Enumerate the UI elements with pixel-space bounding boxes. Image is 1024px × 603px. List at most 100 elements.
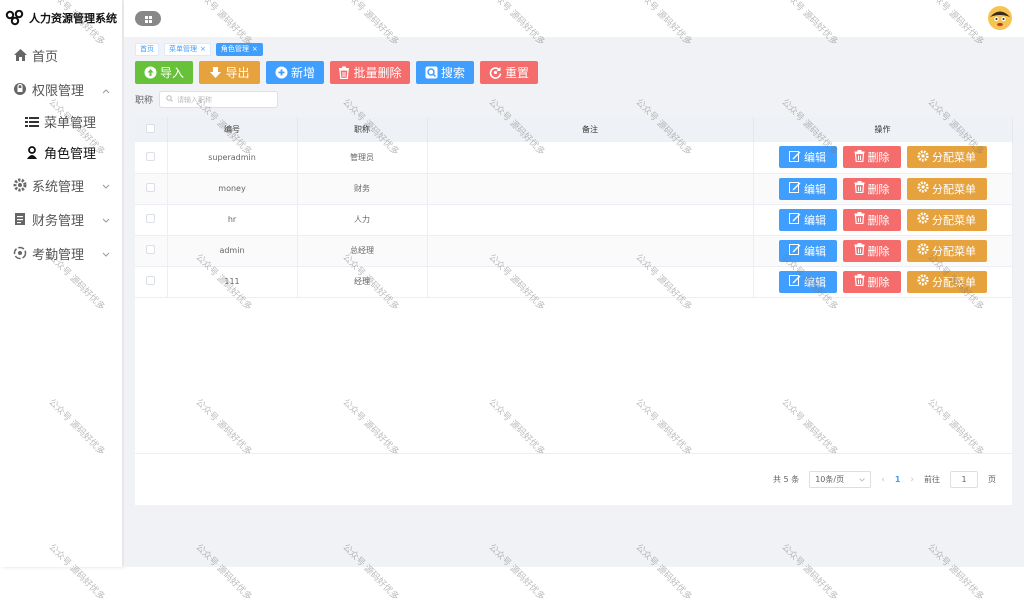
- cell-title: 人力: [297, 204, 428, 236]
- assign-menu-button[interactable]: 分配菜单: [906, 177, 987, 200]
- table-row[interactable]: superadmin 管理员 编辑 删除 分配菜单: [135, 142, 1013, 174]
- cell-note: [427, 173, 754, 205]
- reset-button[interactable]: 重置: [480, 61, 538, 84]
- import-label: 导入: [159, 66, 184, 80]
- row-checkbox[interactable]: [146, 151, 156, 161]
- sidebar-item-label: 权限管理: [32, 83, 85, 99]
- assign-menu-label: 分配菜单: [932, 182, 976, 196]
- assign-menu-label: 分配菜单: [932, 151, 976, 165]
- row-select-cell[interactable]: [135, 204, 168, 236]
- avatar[interactable]: [987, 5, 1013, 31]
- row-select-cell[interactable]: [135, 173, 168, 205]
- trash-icon: [339, 66, 350, 79]
- search-icon: [425, 66, 438, 79]
- delete-label: 删除: [867, 244, 890, 258]
- table-row[interactable]: money 财务 编辑 删除 分配菜单: [135, 173, 1013, 205]
- edit-icon: [789, 150, 801, 165]
- goto-label: 前往: [924, 475, 940, 484]
- sidebar-item-home[interactable]: 首页: [0, 38, 122, 72]
- row-checkbox[interactable]: [146, 276, 156, 285]
- row-select-cell[interactable]: [135, 266, 168, 298]
- role-table: 编号 职称 备注 操作 superadmin 管理员 编辑 删除 分配菜单 money 财务…: [135, 117, 1013, 298]
- prev-page-button[interactable]: ‹: [881, 475, 885, 485]
- download-icon: [210, 67, 222, 78]
- gear-icon: [917, 181, 929, 196]
- edit-icon: [789, 243, 801, 258]
- list-icon: [24, 114, 40, 130]
- user-icon: [24, 145, 40, 161]
- page-number-current[interactable]: 1: [895, 475, 901, 484]
- sidebar-item-menu-management[interactable]: 菜单管理: [0, 106, 122, 137]
- sidebar-item-system[interactable]: 系统管理: [0, 168, 122, 202]
- row-checkbox[interactable]: [146, 214, 156, 223]
- sidebar-item-finance[interactable]: 财务管理: [0, 202, 122, 236]
- edit-button[interactable]: 编辑: [778, 270, 837, 293]
- next-page-button[interactable]: ›: [910, 475, 914, 485]
- table-row[interactable]: admin 总经理 编辑 删除 分配菜单: [135, 235, 1013, 267]
- search-button[interactable]: 搜索: [416, 61, 474, 84]
- assign-menu-label: 分配菜单: [932, 213, 976, 227]
- app-brand: 人力资源管理系统: [0, 0, 122, 36]
- delete-button[interactable]: 删除: [842, 177, 901, 200]
- assign-menu-button[interactable]: 分配菜单: [906, 239, 987, 262]
- app-title: 人力资源管理系统: [29, 12, 117, 25]
- row-checkbox[interactable]: [146, 183, 156, 192]
- sidebar-item-role-management[interactable]: 角色管理: [0, 137, 122, 168]
- cell-title: 管理员: [297, 142, 428, 174]
- cell-note: [427, 204, 754, 236]
- sidebar-item-attendance[interactable]: 考勤管理: [0, 236, 122, 270]
- title-search-input[interactable]: 请输入职称: [159, 91, 279, 108]
- assign-menu-button[interactable]: 分配菜单: [906, 208, 987, 231]
- add-button[interactable]: 新增: [266, 61, 324, 84]
- page-size-select[interactable]: 10条/页: [809, 471, 872, 488]
- cell-code: 111: [167, 266, 298, 298]
- close-icon[interactable]: ×: [200, 44, 206, 55]
- select-all-cell[interactable]: [135, 117, 168, 142]
- edit-label: 编辑: [804, 244, 826, 258]
- delete-button[interactable]: 删除: [842, 270, 901, 293]
- row-select-cell[interactable]: [135, 142, 168, 174]
- tag-menu-management[interactable]: 菜单管理 ×: [164, 43, 211, 56]
- edit-button[interactable]: 编辑: [778, 146, 837, 169]
- sidebar-item-permissions[interactable]: 权限管理: [0, 72, 122, 106]
- trash-icon: [854, 243, 865, 258]
- delete-label: 删除: [867, 213, 890, 227]
- edit-button[interactable]: 编辑: [778, 239, 837, 262]
- gear-icon: [12, 177, 28, 193]
- assign-menu-button[interactable]: 分配菜单: [906, 146, 987, 169]
- table-header-row: 编号 职称 备注 操作: [135, 117, 1013, 142]
- table-row[interactable]: 111 经理 编辑 删除 分配菜单: [135, 266, 1013, 298]
- table-card: 编号 职称 备注 操作 superadmin 管理员 编辑 删除 分配菜单 money 财务…: [135, 117, 1013, 505]
- row-checkbox[interactable]: [146, 245, 156, 254]
- batch-delete-button[interactable]: 批量删除: [330, 61, 410, 84]
- edit-icon: [789, 212, 801, 227]
- row-select-cell[interactable]: [135, 235, 168, 267]
- select-all-checkbox[interactable]: [146, 124, 156, 133]
- collapse-toggle-button[interactable]: [135, 11, 161, 26]
- edit-button[interactable]: 编辑: [778, 177, 837, 200]
- trash-icon: [854, 212, 865, 227]
- table-row[interactable]: hr 人力 编辑 删除 分配菜单: [135, 204, 1013, 236]
- edit-icon: [789, 181, 801, 196]
- export-button[interactable]: 导出: [199, 61, 260, 84]
- reset-label: 重置: [504, 66, 529, 80]
- cell-note: [427, 142, 754, 174]
- gear-icon: [917, 243, 929, 258]
- edit-button[interactable]: 编辑: [778, 208, 837, 231]
- tag-role-management[interactable]: 角色管理 ×: [215, 43, 263, 56]
- cell-actions: 编辑 删除 分配菜单: [753, 173, 1013, 205]
- top-bar: [124, 0, 1024, 37]
- delete-button[interactable]: 删除: [842, 146, 901, 169]
- delete-button[interactable]: 删除: [842, 208, 901, 231]
- cell-code: hr: [167, 204, 298, 236]
- assign-menu-button[interactable]: 分配菜单: [906, 270, 987, 293]
- import-button[interactable]: 导入: [135, 61, 193, 84]
- tag-home[interactable]: 首页: [135, 43, 159, 56]
- delete-button[interactable]: 删除: [842, 239, 901, 262]
- goto-page-input[interactable]: 1: [950, 471, 978, 488]
- close-icon[interactable]: ×: [252, 44, 258, 55]
- main-area: 首页 菜单管理 × 角色管理 × 导入 导出 新增 批量删除 搜索 重置 职称 …: [124, 0, 1024, 567]
- gear-icon: [917, 212, 929, 227]
- search-icon: [166, 95, 173, 104]
- search-label: 搜索: [440, 66, 465, 80]
